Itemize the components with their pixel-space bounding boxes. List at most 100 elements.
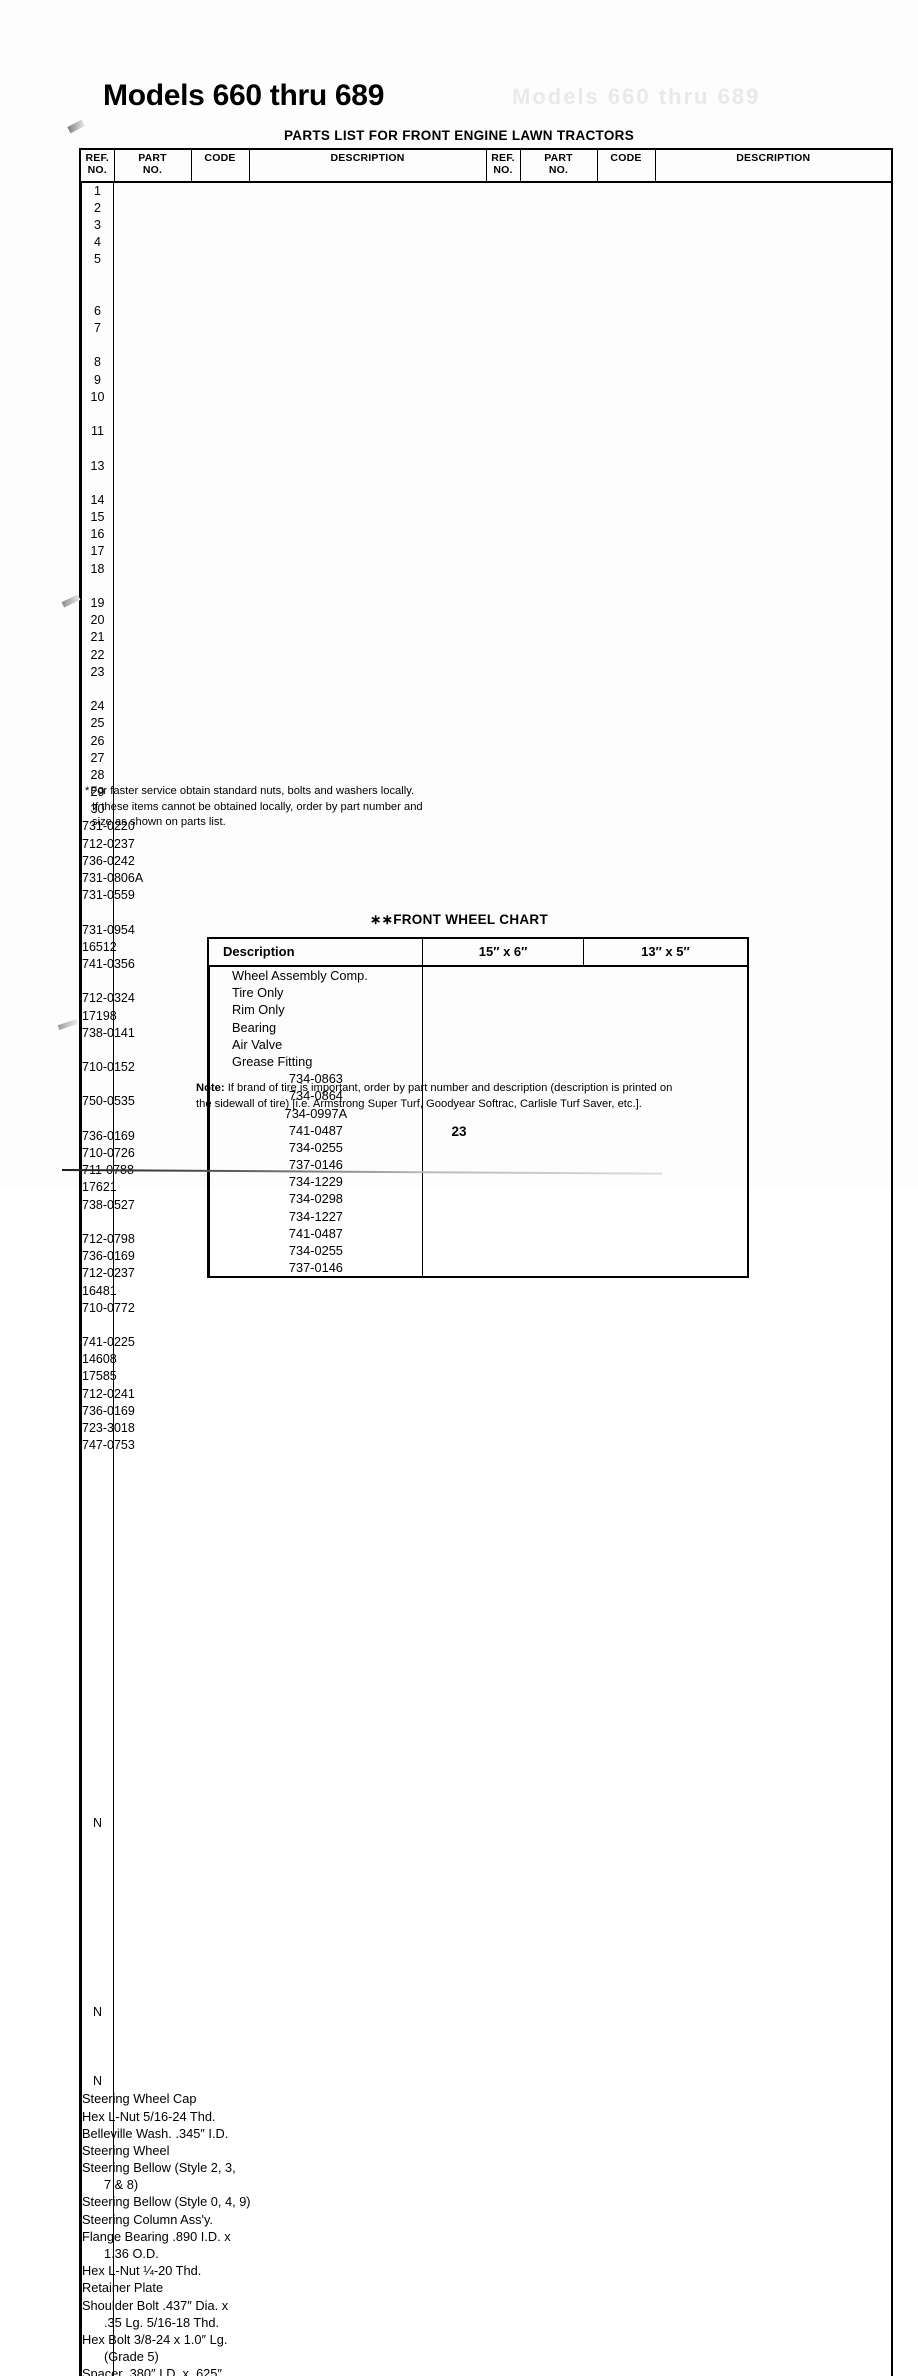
header-ref-line1: REF. (85, 152, 109, 164)
header-description-left: DESCRIPTION (249, 149, 486, 182)
table-cell-line: Flange Bearing .890 I.D. x (82, 2228, 113, 2245)
title-scan-ghost: Models 660 thru 689 (512, 84, 760, 110)
footnote-line-3: size as shown on parts list. (85, 815, 515, 831)
table-cell-line: Steering Wheel (82, 2142, 113, 2159)
header-ref-no-right: REF. NO. (486, 149, 520, 182)
note-line-2: the sidewall of tire) [i.e. Armstrong Su… (196, 1097, 756, 1113)
table-cell-line: 23 (82, 664, 113, 681)
table-cell-line: 6 (82, 303, 113, 320)
header-ref-line2: NO. (88, 164, 107, 176)
table-cell-line: 26 (82, 733, 113, 750)
table-cell-line: Bearing (232, 1019, 422, 1036)
header-part-line2: NO. (549, 164, 568, 176)
left-description-column: Steering Wheel CapHex L-Nut 5/16-24 Thd.… (81, 2090, 114, 2376)
table-cell-line: 737-0146 (210, 1259, 422, 1276)
front-wheel-body-row: Wheel Assembly Comp.Tire OnlyRim OnlyBea… (208, 966, 748, 1277)
table-cell-line: N (82, 2073, 113, 2090)
table-cell-line: Steering Column Ass'y. (82, 2211, 113, 2228)
table-cell-line: 16512 (82, 939, 113, 956)
table-cell-line: 17198 (82, 1008, 113, 1025)
table-cell-line: 25 (82, 715, 113, 732)
table-cell-line: Hex L-Nut 5/16-24 Thd. (82, 2108, 113, 2125)
table-cell-line: 11 (82, 423, 113, 440)
table-cell-line: (Grade 5) (82, 2348, 113, 2365)
table-cell-line: 741-0356 (82, 956, 113, 973)
table-cell-line: Air Valve (232, 1036, 422, 1053)
footnote-line-2: If these items cannot be obtained locall… (85, 800, 515, 816)
fw-description-column: Wheel Assembly Comp.Tire OnlyRim OnlyBea… (209, 967, 423, 1070)
table-cell-line: 9 (82, 372, 113, 389)
header-code-right: CODE (597, 149, 655, 182)
table-cell-line: 7 & 8) (82, 2176, 113, 2193)
table-cell-line: N (82, 2004, 113, 2021)
table-cell-line: 22 (82, 647, 113, 664)
table-cell-line: 738-0141 (82, 1025, 113, 1042)
table-cell-line: 712-0237 (82, 836, 113, 853)
tire-brand-note: Note: If brand of tire is important, ord… (196, 1081, 756, 1112)
table-cell-line: 712-0324 (82, 990, 113, 1007)
table-cell-line: Rim Only (232, 1001, 422, 1018)
table-cell-line: 712-0241 (82, 1386, 113, 1403)
table-cell-line: 731-0559 (82, 887, 113, 904)
table-cell-line: 17585 (82, 1368, 113, 1385)
table-cell-line: Grease Fitting (232, 1053, 422, 1070)
table-cell-line: Retainer Plate (82, 2279, 113, 2296)
table-cell-line: N (82, 1815, 113, 1832)
left-code-column: N N N (81, 1454, 114, 2090)
header-part-line1: PART (138, 152, 167, 164)
table-cell-line: 8 (82, 354, 113, 371)
table-cell-line: 747-0753 (82, 1437, 113, 1454)
fw-header-description: Description (208, 938, 423, 966)
header-part-no-right: PART NO. (520, 149, 597, 182)
table-cell-line: 710-0152 (82, 1059, 113, 1076)
table-cell-line: 741-0487 (210, 1225, 422, 1242)
header-description-right: DESCRIPTION (655, 149, 892, 182)
table-cell-line: 5 (82, 251, 113, 268)
table-cell-line: 17 (82, 543, 113, 560)
header-ref-line1: REF. (491, 152, 515, 164)
page-number: 23 (0, 1124, 918, 1139)
front-wheel-header-row: Description 15″ x 6″ 13″ x 5″ (208, 938, 748, 966)
table-cell-line: 16481 (82, 1283, 113, 1300)
table-cell-line: 2 (82, 200, 113, 217)
note-label: Note: (196, 1082, 225, 1094)
table-cell-line: 750-0535 (82, 1093, 113, 1110)
header-ref-no-left: REF. NO. (80, 149, 114, 182)
left-ref-column: 12345 67 8910 11 13 1415161718 192021222… (81, 183, 114, 819)
table-cell-line: Hex Bolt 3/8-24 x 1.0″ Lg. (82, 2331, 113, 2348)
header-part-line1: PART (544, 152, 573, 164)
page-title: Models 660 thru 689 (103, 79, 384, 113)
table-cell-line: Shoulder Bolt .437″ Dia. x (82, 2297, 113, 2314)
table-cell-line: 710-0726 (82, 1145, 113, 1162)
parts-table-header-row: REF. NO. PART NO. CODE DESCRIPTION REF. … (80, 149, 892, 182)
table-cell-line: 1 (82, 183, 113, 200)
header-code-left: CODE (191, 149, 249, 182)
note-line-1: If brand of tire is important, order by … (225, 1082, 673, 1094)
table-cell-line: 736-0169 (82, 1403, 113, 1420)
table-cell-line: 16 (82, 526, 113, 543)
table-cell-line: 734-0255 (210, 1139, 422, 1156)
table-cell-line: 741-0225 (82, 1334, 113, 1351)
table-cell-line: 734-1227 (210, 1208, 422, 1225)
scan-artifact-mark-middle (62, 594, 81, 607)
table-cell-line: Steering Bellow (Style 0, 4, 9) (82, 2193, 113, 2210)
table-cell-line: 734-0298 (210, 1190, 422, 1207)
table-cell-line: 736-0169 (82, 1248, 113, 1265)
header-ref-line2: NO. (493, 164, 512, 176)
table-cell-line: 1.36 O.D. (82, 2245, 113, 2262)
table-cell-line: 21 (82, 629, 113, 646)
table-cell-line: Wheel Assembly Comp. (232, 967, 422, 984)
table-cell-line: Spacer .380″ I.D. x .625″ (82, 2365, 113, 2376)
table-cell-line: 27 (82, 750, 113, 767)
table-cell-line: 738-0527 (82, 1197, 113, 1214)
parts-footnote: *For faster service obtain standard nuts… (85, 784, 515, 831)
header-part-line2: NO. (143, 164, 162, 176)
table-cell-line: Belleville Wash. .345″ I.D. (82, 2125, 113, 2142)
fw-size-b-column: 734-1229734-0298734-1227741-0487734-0255… (209, 1173, 423, 1276)
table-cell-line: 710-0772 (82, 1300, 113, 1317)
table-cell-line: Steering Bellow (Style 2, 3, (82, 2159, 113, 2176)
table-cell-line: 28 (82, 767, 113, 784)
table-cell-line: 7 (82, 320, 113, 337)
table-cell-line: 731-0806A (82, 870, 113, 887)
table-cell-line: Hex L-Nut ¼-20 Thd. (82, 2262, 113, 2279)
